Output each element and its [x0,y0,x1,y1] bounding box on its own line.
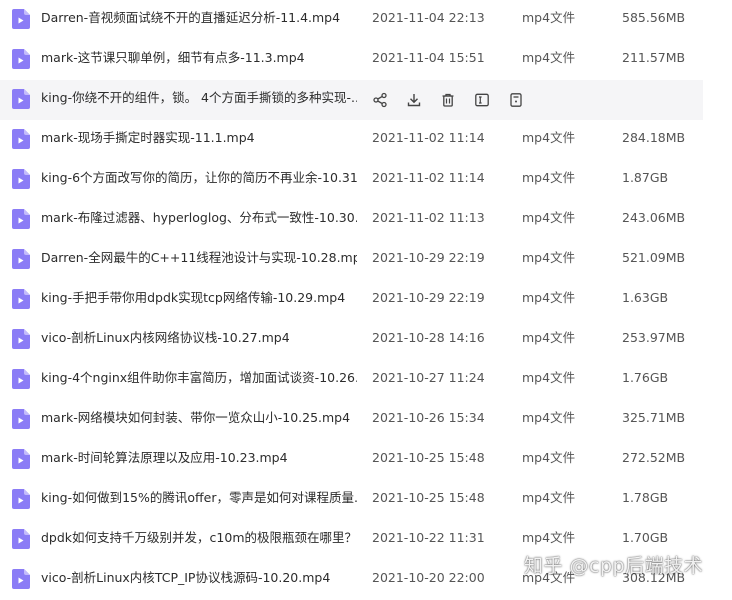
file-type: mp4文件 [522,370,576,385]
delete-icon[interactable] [438,90,458,110]
file-row[interactable]: king-4个nginx组件助你丰富简历，增加面试谈资-10.26.... 202… [0,360,703,400]
file-name[interactable]: mark-时间轮算法原理以及应用-10.23.mp4 [41,450,357,466]
file-date: 2021-11-02 11:14 [372,130,485,145]
file-row[interactable]: king-如何做到15%的腾讯offer，零声是如何对课程质量... 2021-1… [0,480,703,520]
file-type: mp4文件 [522,410,576,425]
file-row[interactable]: mark-布隆过滤器、hyperloglog、分布式一致性-10.30.... 2… [0,200,703,240]
file-date: 2021-11-02 11:13 [372,210,485,225]
file-size: 1.70GB [622,530,669,545]
file-size: 1.78GB [622,490,669,505]
file-type: mp4文件 [522,490,576,505]
download-icon[interactable] [404,90,424,110]
file-date: 2021-10-20 22:00 [372,570,485,585]
video-file-icon [12,529,30,549]
file-name[interactable]: dpdk如何支持千万级别并发，c10m的极限瓶颈在哪里？... [41,530,357,546]
file-type: mp4文件 [522,210,576,225]
file-name[interactable]: mark-网络模块如何封装、带你一览众山小-10.25.mp4 [41,410,357,426]
file-row[interactable]: Darren-全网最牛的C++11线程池设计与实现-10.28.mp4 2021-… [0,240,703,280]
row-actions [370,90,540,110]
video-file-icon [12,49,30,69]
file-date: 2021-10-29 22:19 [372,250,485,265]
file-name[interactable]: king-6个方面改写你的简历，让你的简历不再业余-10.31.... [41,170,357,186]
video-file-icon [12,209,30,229]
file-date: 2021-10-27 11:24 [372,370,485,385]
file-size: 1.63GB [622,290,669,305]
file-name[interactable]: mark-这节课只聊单例，细节有点多-11.3.mp4 [41,50,357,66]
file-date: 2021-10-26 15:34 [372,410,485,425]
file-type: mp4文件 [522,450,576,465]
share-icon[interactable] [370,90,390,110]
file-row[interactable]: vico-剖析Linux内核网络协议栈-10.27.mp4 2021-10-28 … [0,320,703,360]
file-name[interactable]: mark-现场手撕定时器实现-11.1.mp4 [41,130,357,146]
video-file-icon [12,369,30,389]
file-size: 284.18MB [622,130,686,145]
file-date: 2021-10-29 22:19 [372,290,485,305]
video-file-icon [12,169,30,189]
file-name[interactable]: Darren-音视频面试绕不开的直播延迟分析-11.4.mp4 [41,10,357,26]
file-date: 2021-10-25 15:48 [372,450,485,465]
file-date: 2021-11-02 11:14 [372,170,485,185]
file-type: mp4文件 [522,130,576,145]
file-size: 272.52MB [622,450,686,465]
file-name[interactable]: vico-剖析Linux内核TCP_IP协议栈源码-10.20.mp4 [41,570,357,586]
file-type: mp4文件 [522,170,576,185]
file-size: 1.76GB [622,370,669,385]
file-row[interactable]: Darren-音视频面试绕不开的直播延迟分析-11.4.mp4 2021-11-0… [0,0,703,40]
file-row[interactable]: king-你绕不开的组件，锁。 4个方面手撕锁的多种实现-... [0,80,703,120]
file-date: 2021-11-04 22:13 [372,10,485,25]
file-size: 585.56MB [622,10,686,25]
file-size: 243.06MB [622,210,686,225]
file-size: 521.09MB [622,250,686,265]
file-size: 253.97MB [622,330,686,345]
file-name[interactable]: king-你绕不开的组件，锁。 4个方面手撕锁的多种实现-... [41,90,357,106]
video-file-icon [12,249,30,269]
file-date: 2021-10-22 11:31 [372,530,485,545]
file-date: 2021-10-25 15:48 [372,490,485,505]
file-type: mp4文件 [522,50,576,65]
rename-icon[interactable] [472,90,492,110]
file-type: mp4文件 [522,250,576,265]
file-date: 2021-10-28 14:16 [372,330,485,345]
file-name[interactable]: king-如何做到15%的腾讯offer，零声是如何对课程质量... [41,490,357,506]
file-name[interactable]: king-手把手带你用dpdk实现tcp网络传输-10.29.mp4 [41,290,357,306]
file-date: 2021-11-04 15:51 [372,50,485,65]
file-list: Darren-音视频面试绕不开的直播延迟分析-11.4.mp4 2021-11-0… [0,0,732,600]
watermark: 知乎 @cpp后端技术 [524,555,704,577]
video-file-icon [12,489,30,509]
video-file-icon [12,449,30,469]
file-size: 211.57MB [622,50,686,65]
file-type: mp4文件 [522,290,576,305]
file-size: 1.87GB [622,170,669,185]
file-type: mp4文件 [522,330,576,345]
video-file-icon [12,289,30,309]
video-file-icon [12,569,30,589]
file-row[interactable]: king-手把手带你用dpdk实现tcp网络传输-10.29.mp4 2021-1… [0,280,703,320]
file-row[interactable]: mark-现场手撕定时器实现-11.1.mp4 2021-11-02 11:14 m… [0,120,703,160]
more-icon[interactable] [506,90,526,110]
video-file-icon [12,329,30,349]
file-type: mp4文件 [522,10,576,25]
file-name[interactable]: king-4个nginx组件助你丰富简历，增加面试谈资-10.26.... [41,370,357,386]
file-row[interactable]: mark-这节课只聊单例，细节有点多-11.3.mp4 2021-11-04 15… [0,40,703,80]
file-type: mp4文件 [522,530,576,545]
file-name[interactable]: mark-布隆过滤器、hyperloglog、分布式一致性-10.30.... [41,210,357,226]
file-name[interactable]: Darren-全网最牛的C++11线程池设计与实现-10.28.mp4 [41,250,357,266]
file-row[interactable]: mark-时间轮算法原理以及应用-10.23.mp4 2021-10-25 15:… [0,440,703,480]
video-file-icon [12,89,30,109]
file-size: 325.71MB [622,410,686,425]
file-row[interactable]: mark-网络模块如何封装、带你一览众山小-10.25.mp4 2021-10-2… [0,400,703,440]
file-name[interactable]: vico-剖析Linux内核网络协议栈-10.27.mp4 [41,330,357,346]
file-row[interactable]: king-6个方面改写你的简历，让你的简历不再业余-10.31.... 2021-… [0,160,703,200]
video-file-icon [12,129,30,149]
video-file-icon [12,409,30,429]
video-file-icon [12,9,30,29]
